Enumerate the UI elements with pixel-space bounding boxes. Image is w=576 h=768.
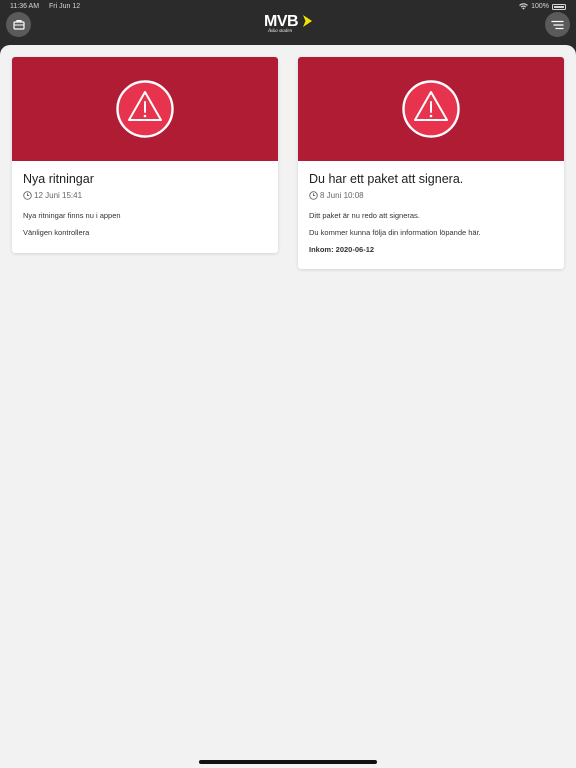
clock-icon (23, 191, 32, 200)
home-indicator[interactable] (199, 760, 377, 764)
app-logo: MVB Aska staden (264, 13, 314, 37)
card-text: Ditt paket är nu redo att signeras. (309, 211, 420, 220)
notification-card[interactable]: Du har ett paket att signera. 8 Juni 10:… (298, 57, 564, 269)
logo-tagline: Aska staden (268, 29, 293, 34)
briefcase-icon (12, 20, 25, 30)
card-date: 12 Juni 15:41 (23, 191, 267, 200)
card-date: 8 Juni 10:08 (309, 191, 553, 200)
card-text: Du kommer kunna följa din information lö… (309, 228, 481, 237)
wifi-icon (519, 3, 528, 10)
menu-icon (551, 20, 564, 29)
notification-list: Nya ritningar 12 Juni 15:41 Nya ritninga… (0, 45, 576, 768)
battery-icon (552, 3, 566, 10)
logo-arrow-icon (303, 15, 312, 27)
card-text: Nya ritningar finns nu i appen (23, 211, 121, 220)
battery-percent: 100% (531, 3, 549, 10)
warning-icon (116, 80, 174, 138)
card-banner (12, 57, 278, 161)
card-received-date: Inkom: 2020-06-12 (309, 245, 375, 254)
menu-button[interactable] (545, 12, 570, 37)
logo-wordmark: MVB (264, 13, 299, 30)
warning-icon (402, 80, 460, 138)
status-date: Fri Jun 12 (49, 3, 81, 10)
card-banner (298, 57, 564, 161)
card-title: Nya ritningar (23, 172, 94, 186)
card-text: Vänligen kontrollera (23, 228, 90, 237)
card-date-text: 8 Juni 10:08 (320, 191, 364, 200)
card-title: Du har ett paket att signera. (309, 172, 464, 186)
status-time: 11:36 AM (10, 3, 40, 10)
briefcase-button[interactable] (6, 12, 31, 37)
status-bar: 11:36 AM Fri Jun 12 100% (0, 0, 576, 14)
card-date-text: 12 Juni 15:41 (34, 191, 83, 200)
clock-icon (309, 191, 318, 200)
notification-card[interactable]: Nya ritningar 12 Juni 15:41 Nya ritninga… (12, 57, 278, 253)
